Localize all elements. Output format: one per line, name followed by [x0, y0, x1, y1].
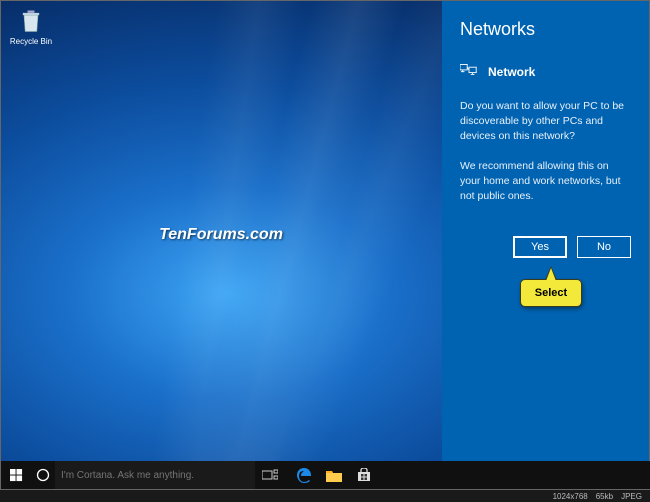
button-row: Yes No [460, 236, 631, 258]
meta-size: 65kb [596, 492, 613, 501]
networks-panel: Networks Network Do you want to allow yo… [442, 1, 649, 463]
no-button[interactable]: No [577, 236, 631, 258]
start-button[interactable] [1, 461, 31, 489]
recycle-bin-label: Recycle Bin [10, 37, 52, 46]
network-label: Network [488, 65, 535, 79]
file-explorer-icon[interactable] [319, 461, 349, 489]
callout-label: Select [535, 287, 567, 299]
panel-title: Networks [460, 19, 631, 40]
recycle-bin-icon [7, 7, 55, 35]
meta-format: JPEG [621, 492, 642, 501]
recycle-bin[interactable]: Recycle Bin [7, 7, 55, 46]
discovery-recommendation: We recommend allowing this on your home … [460, 159, 631, 205]
discovery-prompt: Do you want to allow your PC to be disco… [460, 99, 631, 145]
cortana-icon[interactable] [31, 461, 55, 489]
select-callout: Select [520, 279, 582, 307]
yes-button[interactable]: Yes [513, 236, 567, 258]
desktop: Recycle Bin TenForums.com Networks Netwo… [0, 0, 650, 490]
network-item[interactable]: Network [460, 62, 631, 81]
task-view-button[interactable] [255, 461, 285, 489]
store-icon[interactable] [349, 461, 379, 489]
edge-app-icon[interactable] [289, 461, 319, 489]
taskbar [1, 461, 650, 489]
watermark-text: TenForums.com [1, 226, 441, 244]
meta-dimensions: 1024x768 [553, 492, 588, 501]
network-icon [460, 62, 478, 81]
cortana-search-input[interactable] [55, 461, 255, 489]
image-metadata-footer: 1024x768 65kb JPEG [0, 490, 650, 502]
